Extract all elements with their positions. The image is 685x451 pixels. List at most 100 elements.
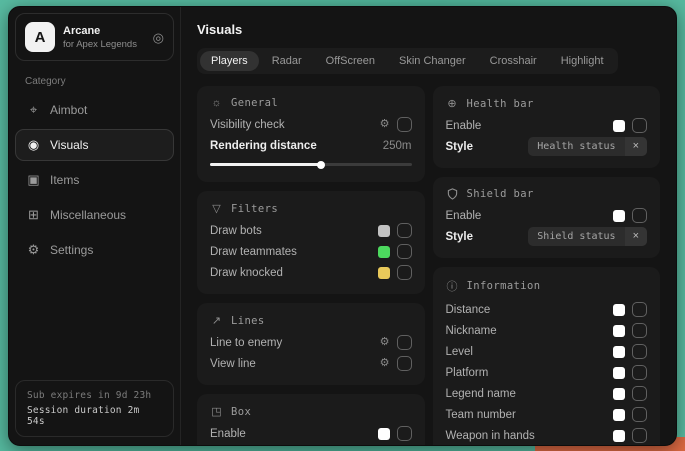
setting-label: Weapon in hands: [446, 430, 535, 442]
checkbox-draw-knocked[interactable]: [397, 265, 412, 280]
sidebar-item-items[interactable]: ▣Items: [15, 164, 174, 196]
checkbox-legend-name[interactable]: [632, 386, 647, 401]
checkbox-view-line[interactable]: [397, 356, 412, 371]
gear-icon[interactable]: ⚙: [380, 358, 390, 369]
aimbot-icon: ⌖: [26, 102, 41, 118]
slider-thumb[interactable]: [317, 161, 325, 169]
misc-icon: ⊞: [26, 207, 41, 223]
row-draw-knocked: Draw knocked: [210, 262, 412, 283]
tab-offscreen[interactable]: OffScreen: [315, 51, 386, 71]
checkbox-draw-teammates[interactable]: [397, 244, 412, 259]
checkbox-draw-bots[interactable]: [397, 223, 412, 238]
sidebar-item-miscellaneous[interactable]: ⊞ Miscellaneous: [15, 199, 174, 231]
close-icon[interactable]: ×: [625, 137, 647, 156]
row-controls: [613, 365, 647, 380]
setting-label: Enable: [446, 120, 482, 132]
sidebar-item-aimbot[interactable]: ⌖ Aimbot: [15, 94, 174, 126]
row-controls: Shield status×: [528, 227, 647, 246]
funnel-icon: ▽: [210, 202, 223, 215]
style-select-shield-status[interactable]: Shield status×: [528, 227, 647, 246]
checkbox-level[interactable]: [632, 344, 647, 359]
sidebar-item-label: Aimbot: [50, 103, 87, 117]
sidebar-item-settings[interactable]: ⚙Settings: [15, 234, 174, 266]
card-title: Shield bar: [467, 188, 534, 200]
row-controls: [613, 407, 647, 422]
color-swatch[interactable]: [613, 367, 625, 379]
tab-radar[interactable]: Radar: [261, 51, 313, 71]
subscription-card: Sub expires in 9d 23h Session duration 2…: [15, 380, 174, 437]
app-window: A Arcane for Apex Legends ◎ Category ⌖Ai…: [8, 6, 677, 446]
box-icon: ◳: [210, 405, 223, 418]
card-title: Lines: [231, 315, 265, 327]
sidebar-nav: ⌖ Aimbot ◉Visuals▣Items ⊞ Miscellaneous ⚙Sett…: [15, 94, 174, 266]
card-header: ⊕Health bar: [446, 97, 648, 110]
row-distance: Distance: [446, 299, 648, 320]
card-title: Health bar: [467, 98, 534, 110]
card-information: ⓘInformationDistanceNicknameLevelPlatfor…: [433, 267, 661, 446]
row-controls: [613, 428, 647, 443]
checkbox-enable[interactable]: [632, 118, 647, 133]
setting-label: Draw bots: [210, 225, 262, 237]
tab-skin-changer[interactable]: Skin Changer: [388, 51, 477, 71]
sidebar-item-label: Miscellaneous: [50, 208, 126, 222]
slider-fill: [210, 163, 321, 166]
checkbox-enable[interactable]: [397, 426, 412, 441]
app-logo: A: [25, 22, 55, 52]
row-controls: 250m: [383, 140, 412, 152]
row-controls: [613, 302, 647, 317]
app-titles: Arcane for Apex Legends: [63, 25, 137, 50]
color-swatch[interactable]: [613, 120, 625, 132]
color-swatch[interactable]: [613, 304, 625, 316]
setting-label: Legend name: [446, 388, 516, 400]
setting-label: Rendering distance: [210, 140, 317, 152]
tab-crosshair[interactable]: Crosshair: [479, 51, 548, 71]
left-column: ☼GeneralVisibility check⚙Rendering dista…: [197, 86, 425, 445]
color-swatch[interactable]: [378, 246, 390, 258]
close-icon[interactable]: ×: [625, 227, 647, 246]
slider-track[interactable]: [210, 163, 412, 166]
gear-icon[interactable]: ⚙: [380, 337, 390, 348]
gear-icon[interactable]: ⚙: [380, 119, 390, 130]
color-swatch[interactable]: [378, 225, 390, 237]
color-swatch[interactable]: [613, 409, 625, 421]
setting-label: View line: [210, 358, 256, 370]
row-controls: ⚙: [380, 335, 412, 350]
tab-highlight[interactable]: Highlight: [550, 51, 615, 71]
row-enable: Enable: [446, 205, 648, 226]
color-swatch[interactable]: [613, 388, 625, 400]
checkbox-platform[interactable]: [632, 365, 647, 380]
checkbox-enable[interactable]: [632, 208, 647, 223]
row-draw-teammates: Draw teammates: [210, 241, 412, 262]
target-icon[interactable]: ◎: [153, 31, 164, 44]
setting-label: Draw knocked: [210, 267, 283, 279]
checkbox-team-number[interactable]: [632, 407, 647, 422]
checkbox-nickname[interactable]: [632, 323, 647, 338]
card-header: ↗Lines: [210, 314, 412, 327]
color-swatch[interactable]: [613, 210, 625, 222]
color-swatch[interactable]: [613, 346, 625, 358]
sidebar-item-label: Items: [50, 173, 79, 187]
row-controls: Health status×: [528, 137, 647, 156]
card-lines: ↗LinesLine to enemy⚙View line⚙: [197, 303, 425, 385]
color-swatch[interactable]: [378, 267, 390, 279]
checkbox-distance[interactable]: [632, 302, 647, 317]
color-swatch[interactable]: [613, 325, 625, 337]
sub-expires-text: Sub expires in 9d 23h: [27, 390, 162, 401]
sidebar-item-label: Settings: [50, 243, 93, 257]
style-select-health-status[interactable]: Health status×: [528, 137, 647, 156]
checkbox-line-to-enemy[interactable]: [397, 335, 412, 350]
session-duration-text: Session duration 2m 54s: [27, 405, 162, 427]
color-swatch[interactable]: [378, 428, 390, 440]
tab-players[interactable]: Players: [200, 51, 259, 71]
row-visibility-check: Visibility check ⚙: [210, 114, 412, 135]
app-title: Arcane: [63, 25, 137, 37]
checkbox-visibility-check[interactable]: [397, 117, 412, 132]
row-controls: [613, 118, 647, 133]
row-enable: Enable: [210, 423, 412, 444]
sidebar-item-visuals[interactable]: ◉Visuals: [15, 129, 174, 161]
checkbox-weapon-in-hands[interactable]: [632, 428, 647, 443]
color-swatch[interactable]: [613, 430, 625, 442]
row-controls: [613, 208, 647, 223]
slider-rendering-distance[interactable]: [210, 160, 412, 169]
setting-label: Visibility check: [210, 119, 285, 131]
